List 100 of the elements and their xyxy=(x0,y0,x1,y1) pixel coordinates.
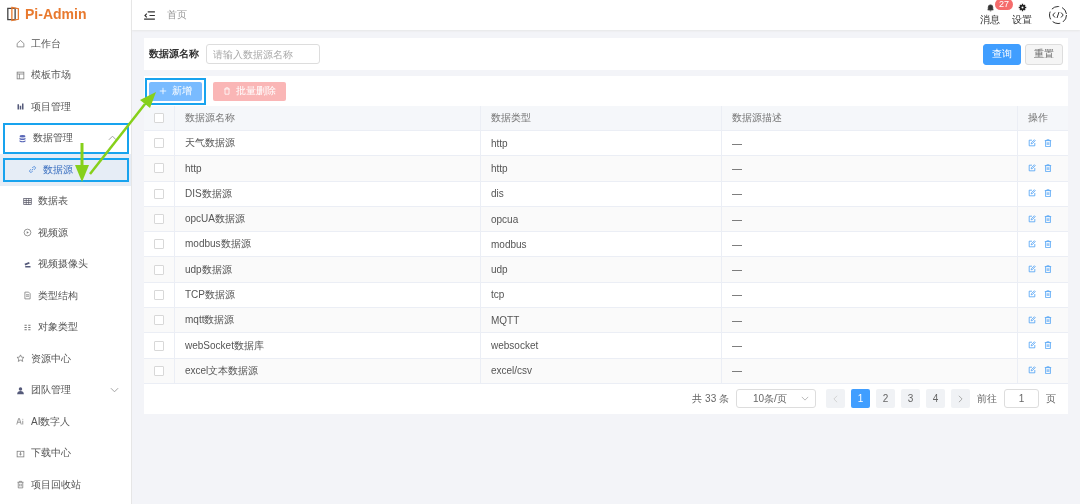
delete-icon[interactable] xyxy=(1043,265,1052,274)
edit-icon[interactable] xyxy=(1028,239,1036,248)
edit-icon[interactable] xyxy=(1028,138,1036,147)
table-cell: — xyxy=(732,137,742,149)
menu-fold-icon[interactable] xyxy=(144,10,155,20)
reset-button[interactable]: 重置 xyxy=(1025,43,1063,65)
total-count: 共 33 条 xyxy=(692,391,729,406)
delete-icon[interactable] xyxy=(1043,138,1052,147)
row-checkbox[interactable] xyxy=(154,138,164,149)
delete-icon[interactable] xyxy=(1043,189,1052,198)
row-checkbox[interactable] xyxy=(154,315,164,326)
table-cell: udp xyxy=(491,264,508,276)
sidebar-item[interactable]: 工作台 xyxy=(3,28,129,60)
edit-icon[interactable] xyxy=(1028,163,1036,172)
table-cell: modbus xyxy=(491,238,527,250)
sidebar-item[interactable]: 下载中心 xyxy=(3,437,129,469)
table-cell: mqtt数据源 xyxy=(185,314,235,326)
table-icon xyxy=(23,196,32,206)
table-cell: DIS数据源 xyxy=(185,187,232,199)
list-icon xyxy=(23,322,32,332)
bell-icon[interactable] xyxy=(985,3,995,12)
row-checkbox[interactable] xyxy=(154,340,164,351)
sidebar-item[interactable]: AI数字人 xyxy=(3,406,129,438)
table-cell: dis xyxy=(491,188,504,200)
row-checkbox[interactable] xyxy=(154,188,164,199)
sidebar-item[interactable]: 资源中心 xyxy=(3,343,129,375)
layout-icon xyxy=(16,70,25,80)
page-number-field[interactable]: 1 xyxy=(1004,389,1039,409)
table-cell: — xyxy=(732,162,742,174)
table-cell: http xyxy=(491,162,508,174)
row-checkbox[interactable] xyxy=(154,163,164,174)
edit-icon[interactable] xyxy=(1028,341,1036,349)
edit-icon[interactable] xyxy=(1028,265,1036,274)
sidebar-item[interactable]: 项目管理 xyxy=(3,91,129,123)
select-all-checkbox[interactable] xyxy=(154,113,164,123)
edit-icon[interactable] xyxy=(1028,214,1036,223)
page-button[interactable]: 2 xyxy=(876,389,895,409)
download-icon xyxy=(16,448,25,458)
edit-icon[interactable] xyxy=(1028,189,1036,198)
sidebar-item[interactable]: 项目回收站 xyxy=(3,469,129,501)
delete-icon[interactable] xyxy=(1043,163,1052,172)
column-header: 数据源描述 xyxy=(732,112,782,123)
filter-label: 数据源名称 xyxy=(149,47,199,61)
table-cell: http xyxy=(185,162,202,174)
row-checkbox[interactable] xyxy=(154,289,164,300)
delete-icon[interactable] xyxy=(1043,290,1052,299)
table-cell: — xyxy=(732,264,742,276)
notification-badge: 27 xyxy=(995,0,1013,10)
delete-icon[interactable] xyxy=(1043,366,1052,375)
messages-label[interactable]: 消息 xyxy=(980,13,1000,27)
settings-label[interactable]: 设置 xyxy=(1012,13,1032,27)
trash-icon xyxy=(223,87,231,95)
column-header: 数据类型 xyxy=(491,112,531,123)
page-suffix: 页 xyxy=(1046,391,1056,406)
row-checkbox[interactable] xyxy=(154,365,164,376)
chevron-right-icon xyxy=(958,394,963,403)
page-button[interactable]: 4 xyxy=(926,389,945,409)
search-field[interactable]: 请输入数据源名称 xyxy=(206,44,320,64)
settings-icon[interactable] xyxy=(1017,3,1027,12)
delete-icon[interactable] xyxy=(1043,341,1052,349)
next-page-button[interactable] xyxy=(951,389,970,409)
user-icon xyxy=(16,385,25,395)
table-cell: — xyxy=(732,314,742,326)
sidebar-item[interactable]: 团队管理 xyxy=(3,374,129,406)
table-cell: tcp xyxy=(491,289,505,301)
edit-icon[interactable] xyxy=(1028,290,1036,299)
row-checkbox[interactable] xyxy=(154,214,164,225)
table-cell: udp数据源 xyxy=(185,263,232,275)
sidebar-subitem[interactable]: 视频源 xyxy=(0,217,131,249)
column-header: 操作 xyxy=(1028,112,1048,123)
table-cell: excel文本数据源 xyxy=(185,364,259,376)
goto-label: 前往 xyxy=(977,391,997,406)
star-icon xyxy=(16,354,25,364)
sidebar-subitem[interactable]: 对象类型 xyxy=(0,311,131,343)
table-cell: — xyxy=(732,213,742,225)
delete-icon[interactable] xyxy=(1043,239,1052,248)
table-cell: 天气数据源 xyxy=(185,137,235,149)
code-avatar-icon[interactable] xyxy=(1048,5,1068,25)
sidebar-subitem[interactable]: 数据源 xyxy=(0,154,131,186)
sidebar-subitem[interactable]: 数据表 xyxy=(0,185,131,217)
sidebar-subitem[interactable]: 视频摄像头 xyxy=(0,248,131,280)
delete-icon[interactable] xyxy=(1043,214,1052,223)
sidebar-item[interactable]: 模板市场 xyxy=(3,59,129,91)
camera-icon xyxy=(23,259,32,269)
page-size-select[interactable]: 10条/页 xyxy=(736,389,816,409)
database-icon xyxy=(18,133,27,143)
row-checkbox[interactable] xyxy=(154,239,164,250)
table-cell: — xyxy=(732,340,742,351)
sidebar-item[interactable]: 数据管理 xyxy=(3,122,129,154)
app-title: Pi-Admin xyxy=(25,6,87,22)
column-header: 数据源名称 xyxy=(185,112,235,123)
row-checkbox[interactable] xyxy=(154,264,164,275)
edit-icon[interactable] xyxy=(1028,366,1036,375)
delete-icon[interactable] xyxy=(1043,315,1052,324)
sidebar-subitem[interactable]: 类型结构 xyxy=(0,280,131,312)
edit-icon[interactable] xyxy=(1028,315,1036,324)
home-icon xyxy=(16,39,25,49)
table-cell: MQTT xyxy=(491,314,520,326)
bar-chart-icon xyxy=(16,102,25,112)
page-button[interactable]: 3 xyxy=(901,389,920,409)
